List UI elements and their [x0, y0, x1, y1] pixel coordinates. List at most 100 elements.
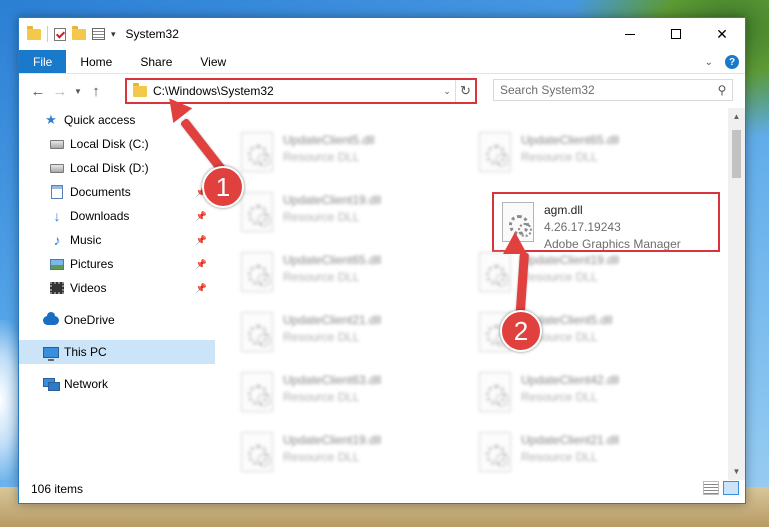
pin-icon[interactable]: 📌: [196, 283, 207, 294]
file-name: UpdateClient19.dll: [283, 433, 382, 447]
dll-file-icon: [479, 132, 511, 172]
dll-file-icon: [241, 312, 273, 352]
file-type: Resource DLL: [521, 390, 598, 404]
disk-icon: [49, 161, 65, 175]
nav-item-label: Quick access: [64, 113, 136, 127]
nav-item-label: Local Disk (D:): [70, 161, 149, 175]
nav-item-label: Downloads: [70, 209, 130, 223]
file-type: Resource DLL: [283, 150, 360, 164]
nav-item-documents[interactable]: Documents 📌: [19, 180, 215, 204]
new-folder-icon[interactable]: [72, 25, 86, 40]
nav-item-pictures[interactable]: Pictures 📌: [19, 252, 215, 276]
music-icon: ♪: [53, 232, 61, 248]
folder-icon: [133, 82, 147, 97]
up-button[interactable]: ↑: [85, 83, 107, 100]
minimize-button[interactable]: [607, 18, 653, 50]
search-box[interactable]: Search System32 ⚲: [493, 79, 733, 101]
pin-icon[interactable]: 📌: [196, 235, 207, 246]
window-controls: ✕: [607, 18, 745, 50]
file-type: Resource DLL: [283, 270, 360, 284]
file-name: UpdateClient19.dll: [283, 193, 382, 207]
file-name: UpdateClient63.dll: [283, 373, 382, 387]
address-history-chevron-icon[interactable]: ⌄: [439, 86, 455, 97]
file-name: agm.dll: [544, 203, 583, 217]
close-button[interactable]: ✕: [699, 18, 745, 50]
item-count: 106 items: [31, 482, 84, 496]
recent-locations-dropdown[interactable]: ▼: [71, 87, 85, 96]
nav-item-this-pc[interactable]: This PC: [19, 340, 215, 364]
pin-icon[interactable]: 📌: [196, 259, 207, 270]
back-button[interactable]: ←: [27, 83, 49, 100]
close-icon: ✕: [716, 25, 728, 42]
nav-item-downloads[interactable]: ↓ Downloads 📌: [19, 204, 215, 228]
ribbon-right-controls: ⌄ ?: [705, 50, 739, 74]
nav-item-onedrive[interactable]: OneDrive: [19, 308, 215, 332]
expand-ribbon-chevron-icon[interactable]: ⌄: [705, 57, 713, 68]
nav-item-label: Local Disk (C:): [70, 137, 149, 151]
maximize-button[interactable]: [653, 18, 699, 50]
list-item[interactable]: UpdateClient19.dll Resource DLL: [233, 186, 463, 238]
list-item[interactable]: UpdateClient5.dll Resource DLL: [233, 126, 463, 178]
network-icon: [43, 377, 60, 391]
properties-check-icon[interactable]: [54, 27, 66, 41]
status-bar: 106 items: [19, 475, 745, 503]
annotation-arrowhead-2: [503, 232, 527, 254]
details-view-icon[interactable]: [703, 481, 719, 495]
tiles-view-icon[interactable]: [723, 481, 739, 495]
nav-item-local-disk-c[interactable]: Local Disk (C:): [19, 132, 215, 156]
properties-icon[interactable]: [92, 28, 105, 40]
pictures-icon: [49, 257, 65, 271]
tab-file[interactable]: File: [19, 50, 67, 73]
list-item[interactable]: UpdateClient65.dll Resource DLL: [471, 126, 701, 178]
navigation-pane: ★ Quick access Local Disk (C:) Local Dis…: [19, 108, 215, 478]
vertical-scrollbar[interactable]: ▲ ▼: [728, 108, 745, 480]
list-item[interactable]: UpdateClient63.dll Resource DLL: [233, 366, 463, 418]
explorer-window: ▾ System32 ✕ File Home Share View ⌄ ? ← …: [18, 17, 746, 504]
file-type: Resource DLL: [283, 450, 360, 464]
star-icon: ★: [45, 112, 57, 127]
nav-item-label: Music: [70, 233, 102, 247]
tab-share[interactable]: Share: [126, 50, 186, 73]
list-item-agm-dll[interactable]: agm.dll 4.26.17.19243 Adobe Graphics Man…: [494, 196, 724, 251]
refresh-button[interactable]: ↻: [455, 80, 475, 102]
nav-item-label: Network: [64, 377, 109, 391]
list-item[interactable]: UpdateClient21.dll Resource DLL: [233, 306, 463, 358]
file-list: UpdateClient5.dll Resource DLL UpdateClie…: [233, 108, 729, 478]
customize-toolbar-arrow-icon[interactable]: ▾: [111, 29, 116, 40]
list-item[interactable]: UpdateClient65.dll Resource DLL: [233, 246, 463, 298]
search-input[interactable]: Search System32: [500, 83, 712, 97]
scroll-up-arrow-icon[interactable]: ▲: [728, 108, 745, 125]
nav-item-music[interactable]: ♪ Music 📌: [19, 228, 215, 252]
tab-home[interactable]: Home: [66, 50, 126, 73]
file-name: UpdateClient5.dll: [283, 133, 375, 147]
title-bar: ▾ System32 ✕: [19, 18, 745, 50]
nav-item-label: Pictures: [70, 257, 114, 271]
list-item[interactable]: UpdateClient42.dll Resource DLL: [471, 366, 701, 418]
search-icon: ⚲: [717, 83, 727, 97]
videos-icon: [49, 281, 65, 295]
help-icon[interactable]: ?: [725, 55, 739, 69]
nav-item-videos[interactable]: Videos 📌: [19, 276, 215, 300]
list-item[interactable]: UpdateClient21.dll Resource DLL: [471, 426, 701, 478]
maximize-icon: [671, 29, 681, 39]
nav-item-label: This PC: [64, 345, 107, 359]
dll-file-icon: [479, 252, 511, 292]
nav-item-label: Documents: [70, 185, 131, 199]
forward-button[interactable]: →: [49, 83, 71, 100]
nav-item-local-disk-d[interactable]: Local Disk (D:): [19, 156, 215, 180]
dll-file-icon: [241, 252, 273, 292]
nav-item-label: Videos: [70, 281, 107, 295]
scroll-thumb[interactable]: [732, 130, 741, 178]
tab-view[interactable]: View: [186, 50, 240, 73]
address-path[interactable]: C:\Windows\System32: [153, 84, 439, 98]
file-name: UpdateClient65.dll: [521, 133, 620, 147]
list-item[interactable]: UpdateClient19.dll Resource DLL: [233, 426, 463, 478]
nav-item-network[interactable]: Network: [19, 372, 215, 396]
download-icon: ↓: [53, 208, 61, 224]
pin-icon[interactable]: 📌: [196, 211, 207, 222]
cloud-icon: [43, 311, 59, 327]
ribbon-tabs: File Home Share View ⌄ ?: [19, 50, 745, 74]
window-title: System32: [125, 27, 179, 41]
